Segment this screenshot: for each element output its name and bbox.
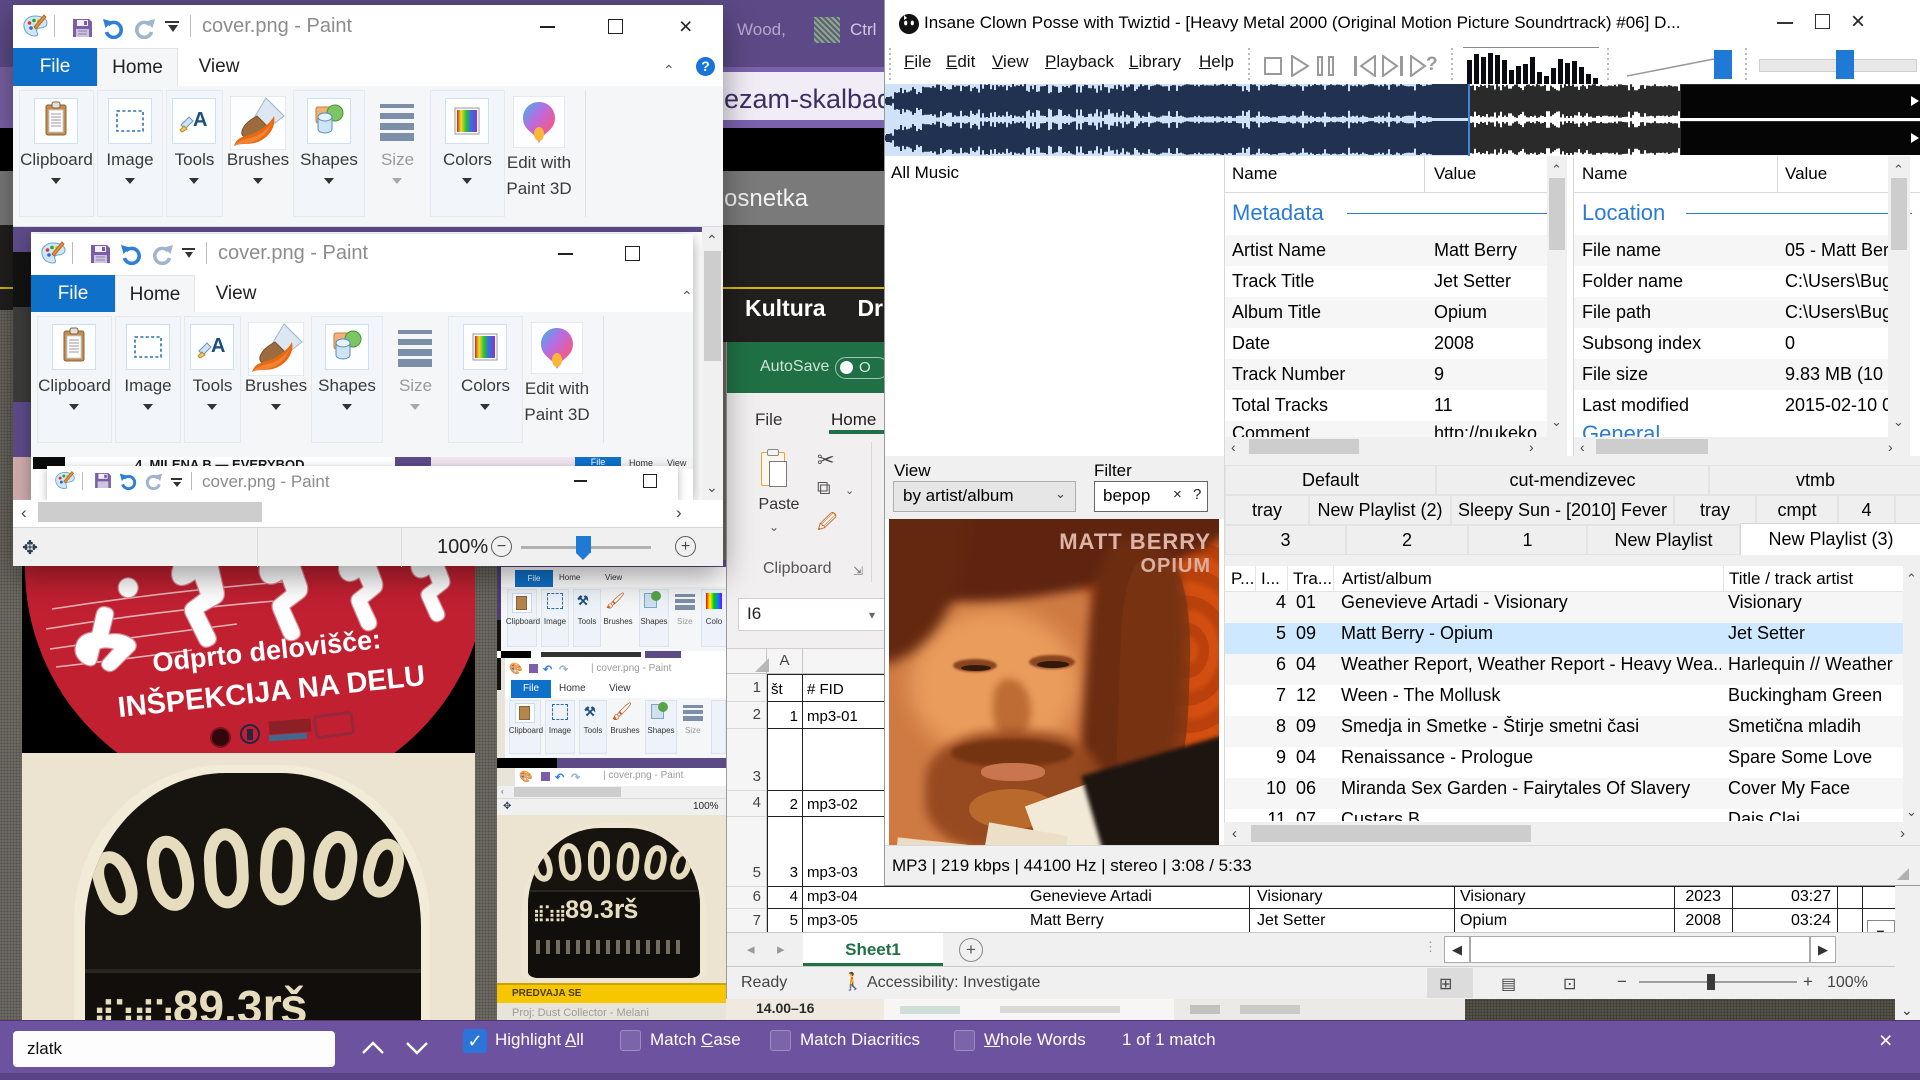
svg-text:A: A xyxy=(211,335,225,357)
svg-text:A: A xyxy=(193,109,207,131)
